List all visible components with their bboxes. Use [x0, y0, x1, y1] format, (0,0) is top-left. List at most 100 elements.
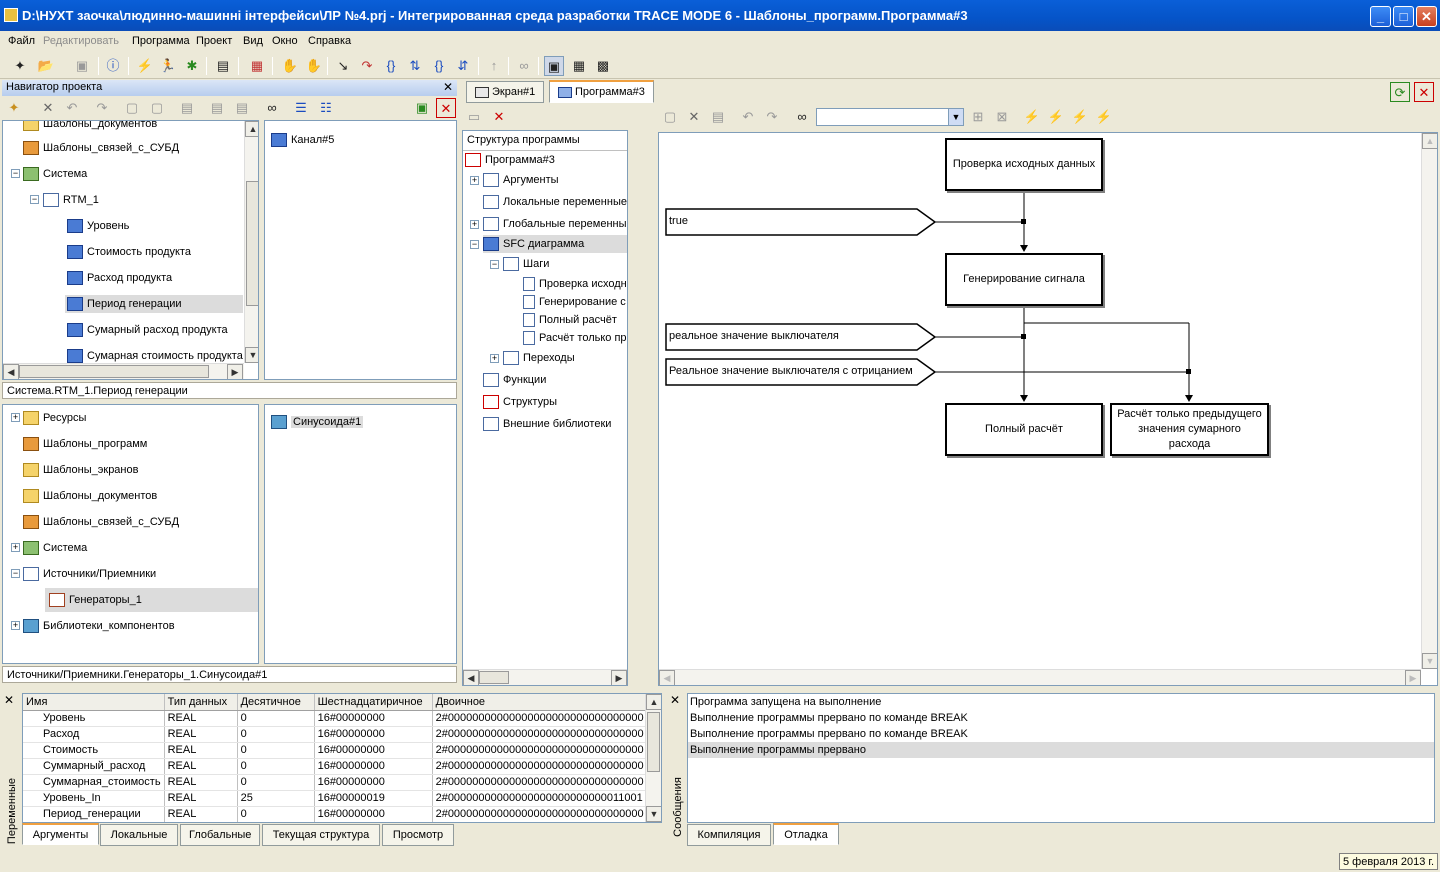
structure-delete-icon[interactable]: ✕	[489, 107, 509, 127]
collapse-icon[interactable]: −	[470, 240, 479, 249]
tree-item-channel[interactable]: Стоимость продукта	[67, 243, 191, 261]
tab-debug[interactable]: Отладка	[773, 823, 839, 845]
structure-step[interactable]: Проверка исходн	[523, 275, 627, 293]
undo-icon[interactable]: ↶	[62, 98, 82, 118]
structure-step[interactable]: Расчёт только пр	[523, 329, 627, 347]
navigator-close-icon[interactable]: ✕	[443, 80, 453, 94]
table-row[interactable]: Период_генерации REAL 0 16#00000000 2#000000…	[23, 806, 648, 822]
tab-local[interactable]: Локальные	[100, 824, 178, 846]
step-generate[interactable]: Генерирование сигнала	[945, 253, 1103, 306]
props-icon[interactable]: ▤	[232, 98, 252, 118]
col-type[interactable]: Тип данных	[164, 694, 238, 711]
col-name[interactable]: Имя	[23, 694, 165, 711]
info-icon[interactable]: ⓘ	[103, 56, 123, 76]
brace2-icon[interactable]: {}	[429, 56, 449, 76]
tree-item-resources[interactable]: Ресурсы	[23, 409, 86, 427]
hand2-icon[interactable]: ✋	[304, 56, 324, 76]
variables-vscroll[interactable]: ▲ ▼	[645, 694, 661, 822]
run-icon[interactable]: 🏃	[158, 56, 178, 76]
tab-screen[interactable]: Экран#1	[466, 81, 545, 103]
minimize-button[interactable]: _	[1370, 6, 1391, 27]
diagram-redo-icon[interactable]: ↷	[762, 107, 782, 127]
step-over-icon[interactable]: ↷	[357, 56, 377, 76]
compile-icon[interactable]: ⚡	[135, 56, 155, 76]
new-step-icon[interactable]: ▢	[660, 107, 680, 127]
pin-icon[interactable]: ↑	[484, 56, 504, 76]
expand-icon[interactable]: +	[470, 176, 479, 185]
transition-switch-not[interactable]: Реальное значение выключателя с отрицани…	[665, 358, 937, 386]
menu-help[interactable]: Справка	[308, 35, 351, 47]
channel-item[interactable]: Канал#5	[271, 131, 334, 149]
tree-item-system[interactable]: Система	[23, 539, 87, 557]
structure-structs[interactable]: Структуры	[483, 393, 557, 411]
new-item-icon[interactable]: ✦	[4, 98, 24, 118]
table-row[interactable]: Суммарный_расход REAL 0 16#00000000 2#000000…	[23, 758, 648, 775]
diagram-search-combo[interactable]: ▼	[816, 108, 964, 126]
doc-close-icon[interactable]: ✕	[1414, 82, 1434, 102]
collapse-icon[interactable]: −	[30, 195, 39, 204]
table-row[interactable]: Уровень REAL 0 16#00000000 2#000000000000000…	[23, 710, 648, 727]
step-out-icon[interactable]: ⇵	[453, 56, 473, 76]
chevron-down-icon[interactable]: ▼	[948, 109, 963, 125]
tree-view-icon[interactable]: ☰	[291, 98, 311, 118]
navigator-close2-icon[interactable]: ✕	[436, 98, 456, 118]
open-icon[interactable]: 📂	[36, 56, 56, 76]
tree-item-channel[interactable]: Сумарный расход продукта	[67, 321, 228, 339]
wand4-icon[interactable]: ⚡	[1094, 107, 1114, 127]
structure-sfc[interactable]: SFC диаграмма	[483, 235, 627, 253]
generator-item[interactable]: Синусоида#1	[271, 413, 364, 431]
expand-icon[interactable]: +	[470, 220, 479, 229]
step-check[interactable]: Проверка исходных данных	[945, 138, 1103, 191]
menu-file[interactable]: Файл	[8, 35, 35, 47]
tab-program[interactable]: Программа#3	[549, 80, 654, 103]
tree-item-channel[interactable]: Расход продукта	[67, 269, 172, 287]
tab-arguments[interactable]: Аргументы	[22, 823, 99, 845]
step-partial-calc[interactable]: Расчёт только предыдущего значения сумар…	[1110, 403, 1269, 456]
tab-current-structure[interactable]: Текущая структура	[262, 824, 380, 846]
structure-functions[interactable]: Функции	[483, 371, 546, 389]
find-icon[interactable]: ∞	[262, 98, 282, 118]
expand-icon[interactable]: +	[11, 621, 20, 630]
diagram-find-icon[interactable]: ∞	[792, 107, 812, 127]
delete-icon[interactable]: ✕	[38, 98, 58, 118]
structure-global-vars[interactable]: Глобальные переменные	[483, 215, 627, 233]
tree-item-screen-templates[interactable]: Шаблоны_экранов	[23, 461, 138, 479]
tree-item-db-templates[interactable]: Шаблоны_связей_с_СУБД	[23, 513, 179, 531]
collapse-icon[interactable]: −	[11, 169, 20, 178]
menu-project[interactable]: Проект	[196, 35, 232, 47]
messages-close-icon[interactable]: ✕	[670, 693, 680, 707]
tree-item-generators[interactable]: Генераторы_1	[45, 588, 258, 612]
hand-icon[interactable]: ✋	[280, 56, 300, 76]
structure-steps[interactable]: Шаги	[503, 255, 549, 273]
step-full-calc[interactable]: Полный расчёт	[945, 403, 1103, 456]
new-project-icon[interactable]: ✦	[10, 56, 30, 76]
tree-item-templates-docs[interactable]: Шаблоны_документов	[23, 121, 157, 133]
expand-icon[interactable]: +	[490, 354, 499, 363]
tree-item-sources[interactable]: Источники/Приемники	[23, 565, 156, 583]
step-icon[interactable]: ⇅	[405, 56, 425, 76]
structure-step[interactable]: Генерирование с	[523, 293, 626, 311]
top-tree-vscroll[interactable]: ▲ ▼	[244, 121, 258, 363]
tree-item-channel-selected[interactable]: Период генерации	[65, 295, 243, 313]
folder-icon[interactable]: ▭	[464, 107, 484, 127]
structure-arguments[interactable]: Аргументы	[483, 171, 559, 189]
diagram-vscroll[interactable]: ▲ ▼	[1421, 133, 1437, 669]
library-icon[interactable]: ▤	[213, 56, 233, 76]
expand-icon[interactable]: +	[11, 413, 20, 422]
structure-hscroll[interactable]: ◀ ▶	[463, 669, 627, 685]
structure-transitions[interactable]: Переходы	[503, 349, 575, 367]
close-button[interactable]: ✕	[1416, 6, 1437, 27]
collapse-icon[interactable]: −	[11, 569, 20, 578]
table-row[interactable]: Стоимость REAL 0 16#00000000 2#0000000000000…	[23, 742, 648, 759]
col-binary[interactable]: Двоичное	[432, 694, 648, 711]
copy-icon[interactable]: ▢	[122, 98, 142, 118]
brace-icon[interactable]: {}	[381, 56, 401, 76]
message-line-selected[interactable]: Выполнение программы прервано	[688, 742, 1434, 758]
transition-true[interactable]: true	[665, 208, 937, 236]
grid-icon[interactable]: ▦	[247, 56, 267, 76]
tree-item-libraries[interactable]: Библиотеки_компонентов	[23, 617, 175, 635]
tab-global[interactable]: Глобальные	[180, 824, 260, 846]
top-tree-hscroll[interactable]: ◀ ▶	[3, 363, 244, 379]
structure-local-vars[interactable]: Локальные переменные	[483, 193, 627, 211]
paste-icon[interactable]: ▢	[147, 98, 167, 118]
